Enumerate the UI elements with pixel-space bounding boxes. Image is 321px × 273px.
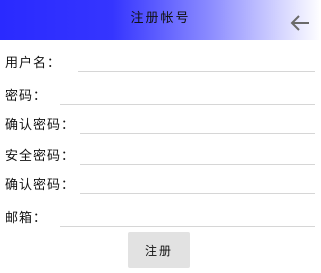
confirm-password-row: 确认密码： — [0, 110, 321, 136]
security-password-row: 安全密码： — [0, 141, 321, 167]
password-label: 密码： — [5, 89, 48, 104]
title-bar: 注册帐号 — [0, 0, 321, 40]
username-input[interactable] — [78, 48, 315, 72]
password-input[interactable] — [60, 81, 315, 105]
confirm-password-input[interactable] — [80, 110, 315, 134]
email-label: 邮箱： — [5, 211, 48, 226]
confirm-security-password-label: 确认密码： — [5, 178, 76, 193]
security-password-label: 安全密码： — [5, 149, 76, 164]
confirm-security-password-input[interactable] — [80, 170, 315, 194]
confirm-security-password-row: 确认密码： — [0, 170, 321, 196]
username-label: 用户名： — [5, 56, 62, 71]
username-row: 用户名： — [0, 48, 321, 74]
confirm-password-label: 确认密码： — [5, 118, 76, 133]
arrow-left-icon — [290, 15, 309, 31]
page-title: 注册帐号 — [130, 11, 191, 26]
register-button[interactable]: 注册 — [128, 232, 190, 268]
password-row: 密码： — [0, 81, 321, 107]
security-password-input[interactable] — [80, 141, 315, 165]
email-row: 邮箱： — [0, 203, 321, 229]
register-screen: 注册帐号 用户名： 密码： 确认密码： 安全密码： 确认密码： 邮箱： 注册 — [0, 0, 321, 273]
email-input[interactable] — [60, 203, 315, 227]
back-button[interactable] — [289, 12, 311, 34]
